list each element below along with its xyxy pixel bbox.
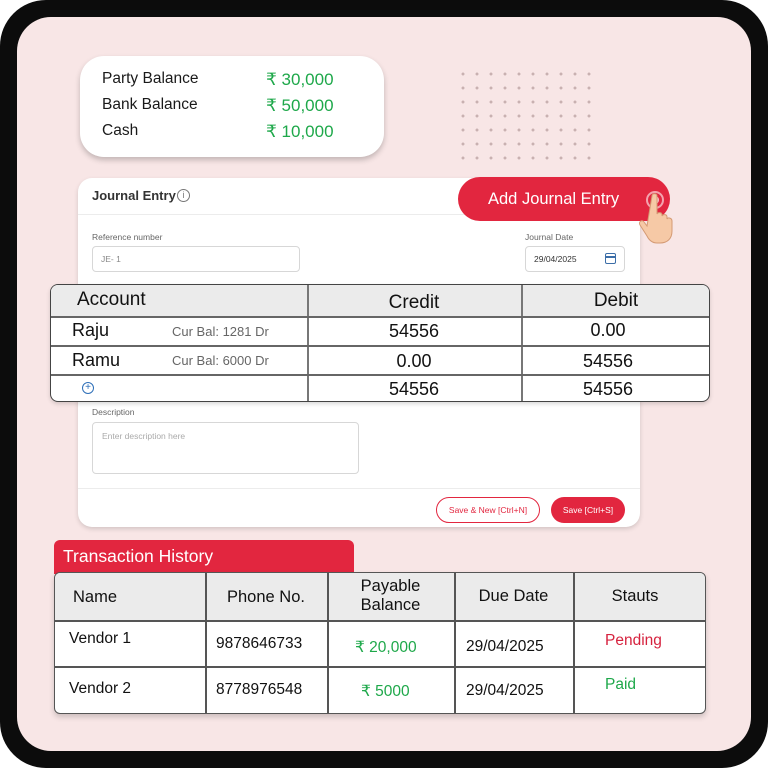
bank-balance-row: Bank Balance ₹ 50,000 <box>102 96 372 122</box>
status-header: Stauts <box>611 587 659 605</box>
party-balance-label: Party Balance <box>102 70 199 87</box>
status-badge: Paid <box>605 676 637 693</box>
journal-footer-divider <box>78 488 640 489</box>
save-and-new-button[interactable]: Save & New [Ctrl+N] <box>436 497 540 523</box>
dot-grid-decoration <box>456 67 596 167</box>
description-input[interactable]: Enter description here <box>92 422 359 474</box>
payable-balance: ₹ 20,000 <box>355 639 417 656</box>
cash-label: Cash <box>102 122 139 139</box>
payable-balance-header: Payable Balance <box>360 577 421 614</box>
vendor-name[interactable]: Vendor 2 <box>69 680 131 698</box>
vendor-phone: 8778976548 <box>216 681 303 698</box>
party-balance-value: ₹ 30,000 <box>266 70 334 89</box>
journal-date-value: 29/04/2025 <box>534 254 577 264</box>
current-balance: Cur Bal: 6000 Dr <box>172 353 269 368</box>
row-divider <box>51 374 709 376</box>
transaction-history-title: Transaction History <box>54 540 354 574</box>
account-table: Account Credit Debit Raju Cur Bal: 1281 … <box>50 284 710 402</box>
account-header: Account <box>77 289 146 310</box>
vendor-phone: 9878646733 <box>216 635 303 652</box>
row-divider <box>55 666 705 668</box>
debit-header: Debit <box>593 290 639 311</box>
add-row-icon[interactable]: + <box>82 382 94 394</box>
journal-date-label: Journal Date <box>525 232 574 242</box>
credit-value[interactable]: 54556 <box>307 321 521 342</box>
reference-number-label: Reference number <box>92 232 163 242</box>
reference-number-input[interactable]: JE- 1 <box>92 246 300 272</box>
journal-date-input[interactable]: 29/04/2025 <box>525 246 625 272</box>
debit-value[interactable]: 54556 <box>501 351 709 372</box>
row-divider <box>51 345 709 347</box>
vendor-name[interactable]: Vendor 1 <box>69 630 131 648</box>
bank-balance-value: ₹ 50,000 <box>266 96 334 115</box>
account-name[interactable]: Ramu <box>72 350 120 371</box>
due-date: 29/04/2025 <box>466 682 544 699</box>
debit-total: 54556 <box>582 379 634 399</box>
party-balance-row: Party Balance ₹ 30,000 <box>102 70 372 96</box>
journal-entry-title: Journal Entry <box>92 188 176 203</box>
current-balance: Cur Bal: 1281 Dr <box>172 324 269 339</box>
cash-row: Cash ₹ 10,000 <box>102 122 372 148</box>
row-divider <box>55 620 705 622</box>
save-button[interactable]: Save [Ctrl+S] <box>551 497 625 523</box>
due-date-header: Due Date <box>478 587 549 605</box>
credit-header: Credit <box>388 292 440 313</box>
due-date: 29/04/2025 <box>466 638 544 655</box>
account-name[interactable]: Raju <box>72 320 109 341</box>
debit-value[interactable]: 0.00 <box>501 320 709 341</box>
description-label: Description <box>92 407 135 417</box>
transaction-history-table: Name Phone No. Payable Balance Due Date … <box>54 572 706 714</box>
payable-balance: ₹ 5000 <box>361 683 410 700</box>
row-divider <box>51 316 709 318</box>
name-header: Name <box>72 588 117 606</box>
cash-value: ₹ 10,000 <box>266 122 334 141</box>
pointing-hand-icon <box>639 193 673 244</box>
balance-summary-card: Party Balance ₹ 30,000 Bank Balance ₹ 50… <box>80 56 384 157</box>
info-icon[interactable]: i <box>177 189 190 202</box>
bank-balance-label: Bank Balance <box>102 96 198 113</box>
credit-value[interactable]: 0.00 <box>307 351 521 372</box>
phone-header: Phone No. <box>227 588 305 606</box>
credit-total: 54556 <box>388 379 440 399</box>
calendar-icon[interactable] <box>605 253 616 264</box>
status-badge: Pending <box>605 632 662 649</box>
